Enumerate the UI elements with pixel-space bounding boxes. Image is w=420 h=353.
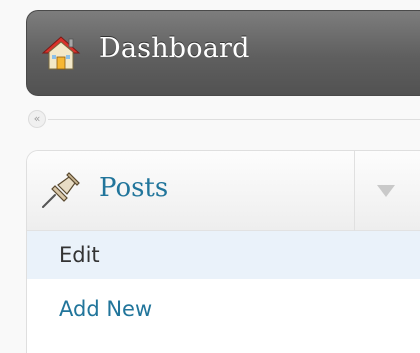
pushpin-icon [39, 171, 81, 211]
submenu-item-add-new[interactable]: Add New [27, 285, 420, 333]
posts-menu-header[interactable]: Posts [27, 151, 420, 231]
submenu-toggle[interactable] [354, 151, 420, 231]
menu-item-label: Posts [99, 173, 169, 203]
submenu-item-edit[interactable]: Edit [27, 231, 420, 279]
separator-line [48, 119, 420, 120]
collapse-icon[interactable]: « [28, 110, 46, 128]
menu-item-dashboard[interactable]: Dashboard [26, 10, 420, 96]
menu-collapse: « [26, 110, 420, 128]
menu-item-posts: Posts Edit Add New [26, 150, 420, 353]
chevron-down-icon [377, 185, 395, 197]
house-icon [41, 33, 81, 73]
menu-item-label: Dashboard [99, 33, 250, 64]
